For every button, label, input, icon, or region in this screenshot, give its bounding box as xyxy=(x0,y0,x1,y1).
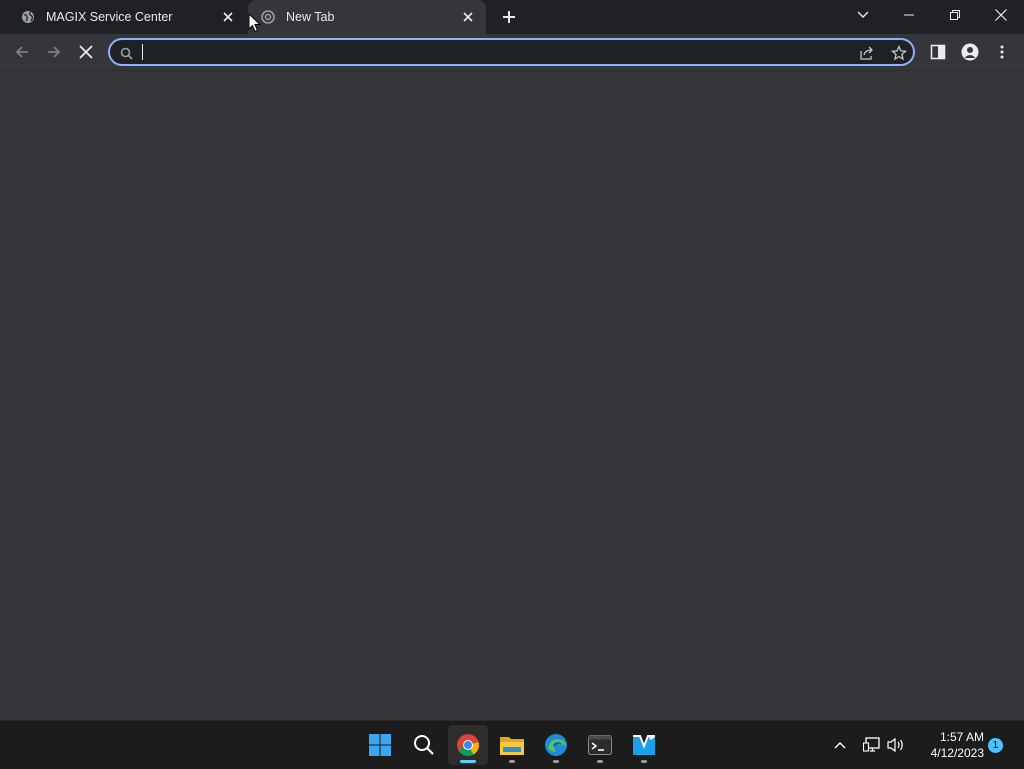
address-bar[interactable] xyxy=(108,38,915,66)
browser-toolbar xyxy=(0,34,1024,71)
network-status-button[interactable] xyxy=(862,735,882,755)
taskbar-clock[interactable]: 1:57 AM 4/12/2023 xyxy=(912,729,984,761)
address-input[interactable] xyxy=(140,42,844,64)
chevron-up-icon xyxy=(834,742,846,749)
taskbar-search-button[interactable] xyxy=(404,725,444,765)
minimize-button[interactable] xyxy=(886,0,932,30)
edge-icon xyxy=(545,734,567,756)
taskbar-file-explorer[interactable] xyxy=(492,725,532,765)
profile-avatar-icon xyxy=(961,43,979,61)
close-window-button[interactable] xyxy=(978,0,1024,30)
bookmark-star-icon[interactable] xyxy=(888,42,910,64)
editor-app-icon xyxy=(633,735,655,755)
chrome-icon xyxy=(457,734,479,756)
show-hidden-icons-button[interactable] xyxy=(830,735,850,755)
start-button[interactable] xyxy=(360,725,400,765)
tab-search-button[interactable] xyxy=(840,0,886,30)
chevron-down-icon xyxy=(857,11,869,18)
new-tab-button[interactable] xyxy=(498,6,520,28)
side-panel-button[interactable] xyxy=(924,38,952,66)
tab-title: MAGIX Service Center xyxy=(46,10,173,24)
back-arrow-icon xyxy=(15,46,28,58)
network-icon xyxy=(863,737,880,752)
tab-new-tab[interactable]: New Tab xyxy=(248,0,486,34)
taskbar-editor-app[interactable] xyxy=(624,725,664,765)
mouse-cursor-icon xyxy=(248,12,262,33)
page-content xyxy=(0,71,1024,720)
volume-icon xyxy=(887,737,903,753)
browser-menu-button[interactable] xyxy=(988,38,1016,66)
search-icon xyxy=(414,735,434,755)
stop-loading-button[interactable] xyxy=(72,38,100,66)
taskbar-terminal[interactable] xyxy=(580,725,620,765)
side-panel-icon xyxy=(930,44,946,60)
running-indicator xyxy=(597,760,603,763)
file-explorer-icon xyxy=(500,737,524,755)
globe-icon xyxy=(20,9,36,25)
taskbar-chrome[interactable] xyxy=(448,725,488,765)
active-indicator xyxy=(460,760,476,763)
profile-button[interactable] xyxy=(956,38,984,66)
back-button[interactable] xyxy=(8,38,36,66)
tab-strip: MAGIX Service Center New Tab xyxy=(0,0,1024,34)
volume-button[interactable] xyxy=(886,735,906,755)
running-indicator xyxy=(641,760,647,763)
more-vert-icon xyxy=(1000,45,1004,59)
taskbar: 1:57 AM 4/12/2023 1 xyxy=(0,720,1024,769)
close-tab-icon[interactable] xyxy=(220,9,236,25)
close-tab-icon[interactable] xyxy=(460,9,476,25)
chrome-newtab-icon xyxy=(260,9,276,25)
clock-time: 1:57 AM xyxy=(939,730,984,744)
taskbar-edge[interactable] xyxy=(536,725,576,765)
tab-magix-service-center[interactable]: MAGIX Service Center xyxy=(8,0,246,34)
tab-title: New Tab xyxy=(286,10,335,24)
terminal-icon xyxy=(588,735,612,755)
running-indicator xyxy=(509,760,515,763)
share-icon[interactable] xyxy=(856,42,878,64)
forward-button[interactable] xyxy=(40,38,68,66)
clock-date: 4/12/2023 xyxy=(930,746,984,760)
running-indicator xyxy=(553,760,559,763)
text-caret xyxy=(142,44,143,60)
forward-arrow-icon xyxy=(48,46,61,58)
start-icon xyxy=(369,734,391,756)
search-icon xyxy=(118,45,134,61)
stop-icon xyxy=(79,45,93,59)
notification-badge[interactable]: 1 xyxy=(988,738,1003,753)
restore-button[interactable] xyxy=(932,0,978,30)
